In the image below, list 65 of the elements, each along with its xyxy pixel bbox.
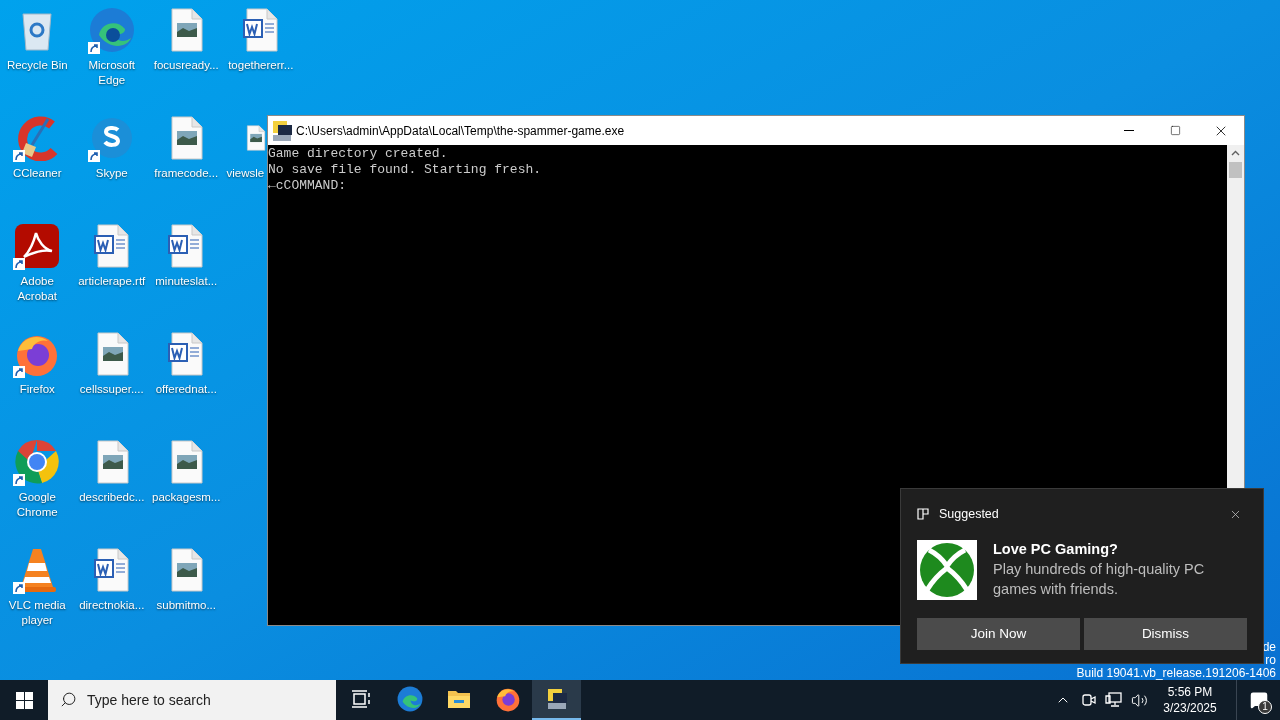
edge-logo-icon xyxy=(88,7,135,53)
maximize-icon xyxy=(1169,125,1181,136)
icon-label[interactable]: describedc... xyxy=(79,490,145,505)
word-document-icon xyxy=(242,8,279,52)
window-title: C:\Users\admin\AppData\Local\Temp\the-spammer-game.exe xyxy=(296,122,626,140)
image-file-icon xyxy=(168,116,205,160)
console-app-icon xyxy=(270,118,294,143)
icon-label[interactable]: togethererr... xyxy=(228,58,294,73)
tiles-icon xyxy=(917,508,929,521)
notification-header: Suggested xyxy=(939,506,1000,523)
icon-label[interactable]: Microsoft Edge xyxy=(75,58,148,88)
image-file-icon xyxy=(168,548,205,592)
icon-label[interactable]: articlerape.rtf xyxy=(78,274,146,289)
icon-label[interactable]: VLC media player xyxy=(1,598,74,628)
notification-button[interactable]: Dismiss xyxy=(1084,617,1247,650)
icon-label[interactable]: offerednat... xyxy=(155,382,217,397)
icon-label[interactable]: focusready... xyxy=(153,58,219,73)
icon-label[interactable]: minuteslat... xyxy=(155,274,218,289)
image-file-icon xyxy=(168,8,205,52)
camera-icon[interactable] xyxy=(1081,692,1097,708)
icon-label[interactable]: CCleaner xyxy=(12,166,62,181)
icon-label[interactable]: Adobe Acrobat xyxy=(1,274,74,304)
clock-time[interactable]: 5:56 PM xyxy=(1167,684,1213,700)
minimize-icon xyxy=(1124,130,1134,131)
action-center-button[interactable]: 1 xyxy=(1236,680,1280,720)
icon-label[interactable]: directnokia... xyxy=(79,598,145,613)
icon-label[interactable]: framecode... xyxy=(154,166,219,181)
task-view-icon xyxy=(350,690,371,708)
icon-label[interactable]: Firefox xyxy=(19,382,55,397)
taskbar-app-button[interactable] xyxy=(532,680,581,720)
notification-count-badge: 1 xyxy=(1258,700,1272,714)
icon-label[interactable]: Recycle Bin xyxy=(6,58,68,73)
icon-label[interactable]: Skype xyxy=(95,166,128,181)
search-field[interactable]: Type here to search xyxy=(48,680,336,720)
scroll-up-icon[interactable] xyxy=(1231,150,1240,156)
word-document-icon xyxy=(93,548,130,592)
chrome-logo-icon xyxy=(13,438,62,486)
edition-watermark-text: Build 19041.vb_release.191206-1406 xyxy=(1076,667,1276,680)
icon-label[interactable]: viewsle xyxy=(226,166,265,181)
notification-button[interactable]: Join Now xyxy=(917,617,1080,650)
console-output-line: Game directory created. xyxy=(268,146,449,162)
edge-logo-icon xyxy=(396,686,423,712)
windows-logo-icon xyxy=(15,691,33,709)
word-document-icon xyxy=(168,224,205,268)
icon-label[interactable]: packagesm... xyxy=(152,490,221,505)
clock-date[interactable]: 3/23/2025 xyxy=(1163,700,1217,716)
notification-body: Play hundreds of high-quality PC games with friends. xyxy=(993,559,1206,599)
word-document-icon xyxy=(93,224,130,268)
console-output-line: No save file found. Starting fresh. xyxy=(268,162,543,178)
icon-label[interactable]: Google Chrome xyxy=(1,490,74,520)
skype-logo-icon xyxy=(89,116,134,160)
scrollbar-thumb[interactable] xyxy=(1229,162,1242,178)
search-icon xyxy=(60,691,77,708)
icon-label[interactable]: cellssuper.... xyxy=(79,382,144,397)
volume-icon xyxy=(1131,691,1148,709)
folder-icon xyxy=(446,688,471,710)
edition-watermark-text: ro xyxy=(1265,654,1276,667)
icon-label[interactable]: submitmo... xyxy=(156,598,216,613)
firefox-logo-icon xyxy=(494,686,521,712)
acrobat-logo-icon xyxy=(14,223,61,269)
notification-title: Love PC Gaming? xyxy=(993,539,1119,559)
network-icon[interactable] xyxy=(1105,692,1123,708)
console-output-line: ←cCOMMAND: xyxy=(268,178,347,194)
word-document-icon xyxy=(168,332,205,376)
image-file-icon xyxy=(168,440,205,484)
